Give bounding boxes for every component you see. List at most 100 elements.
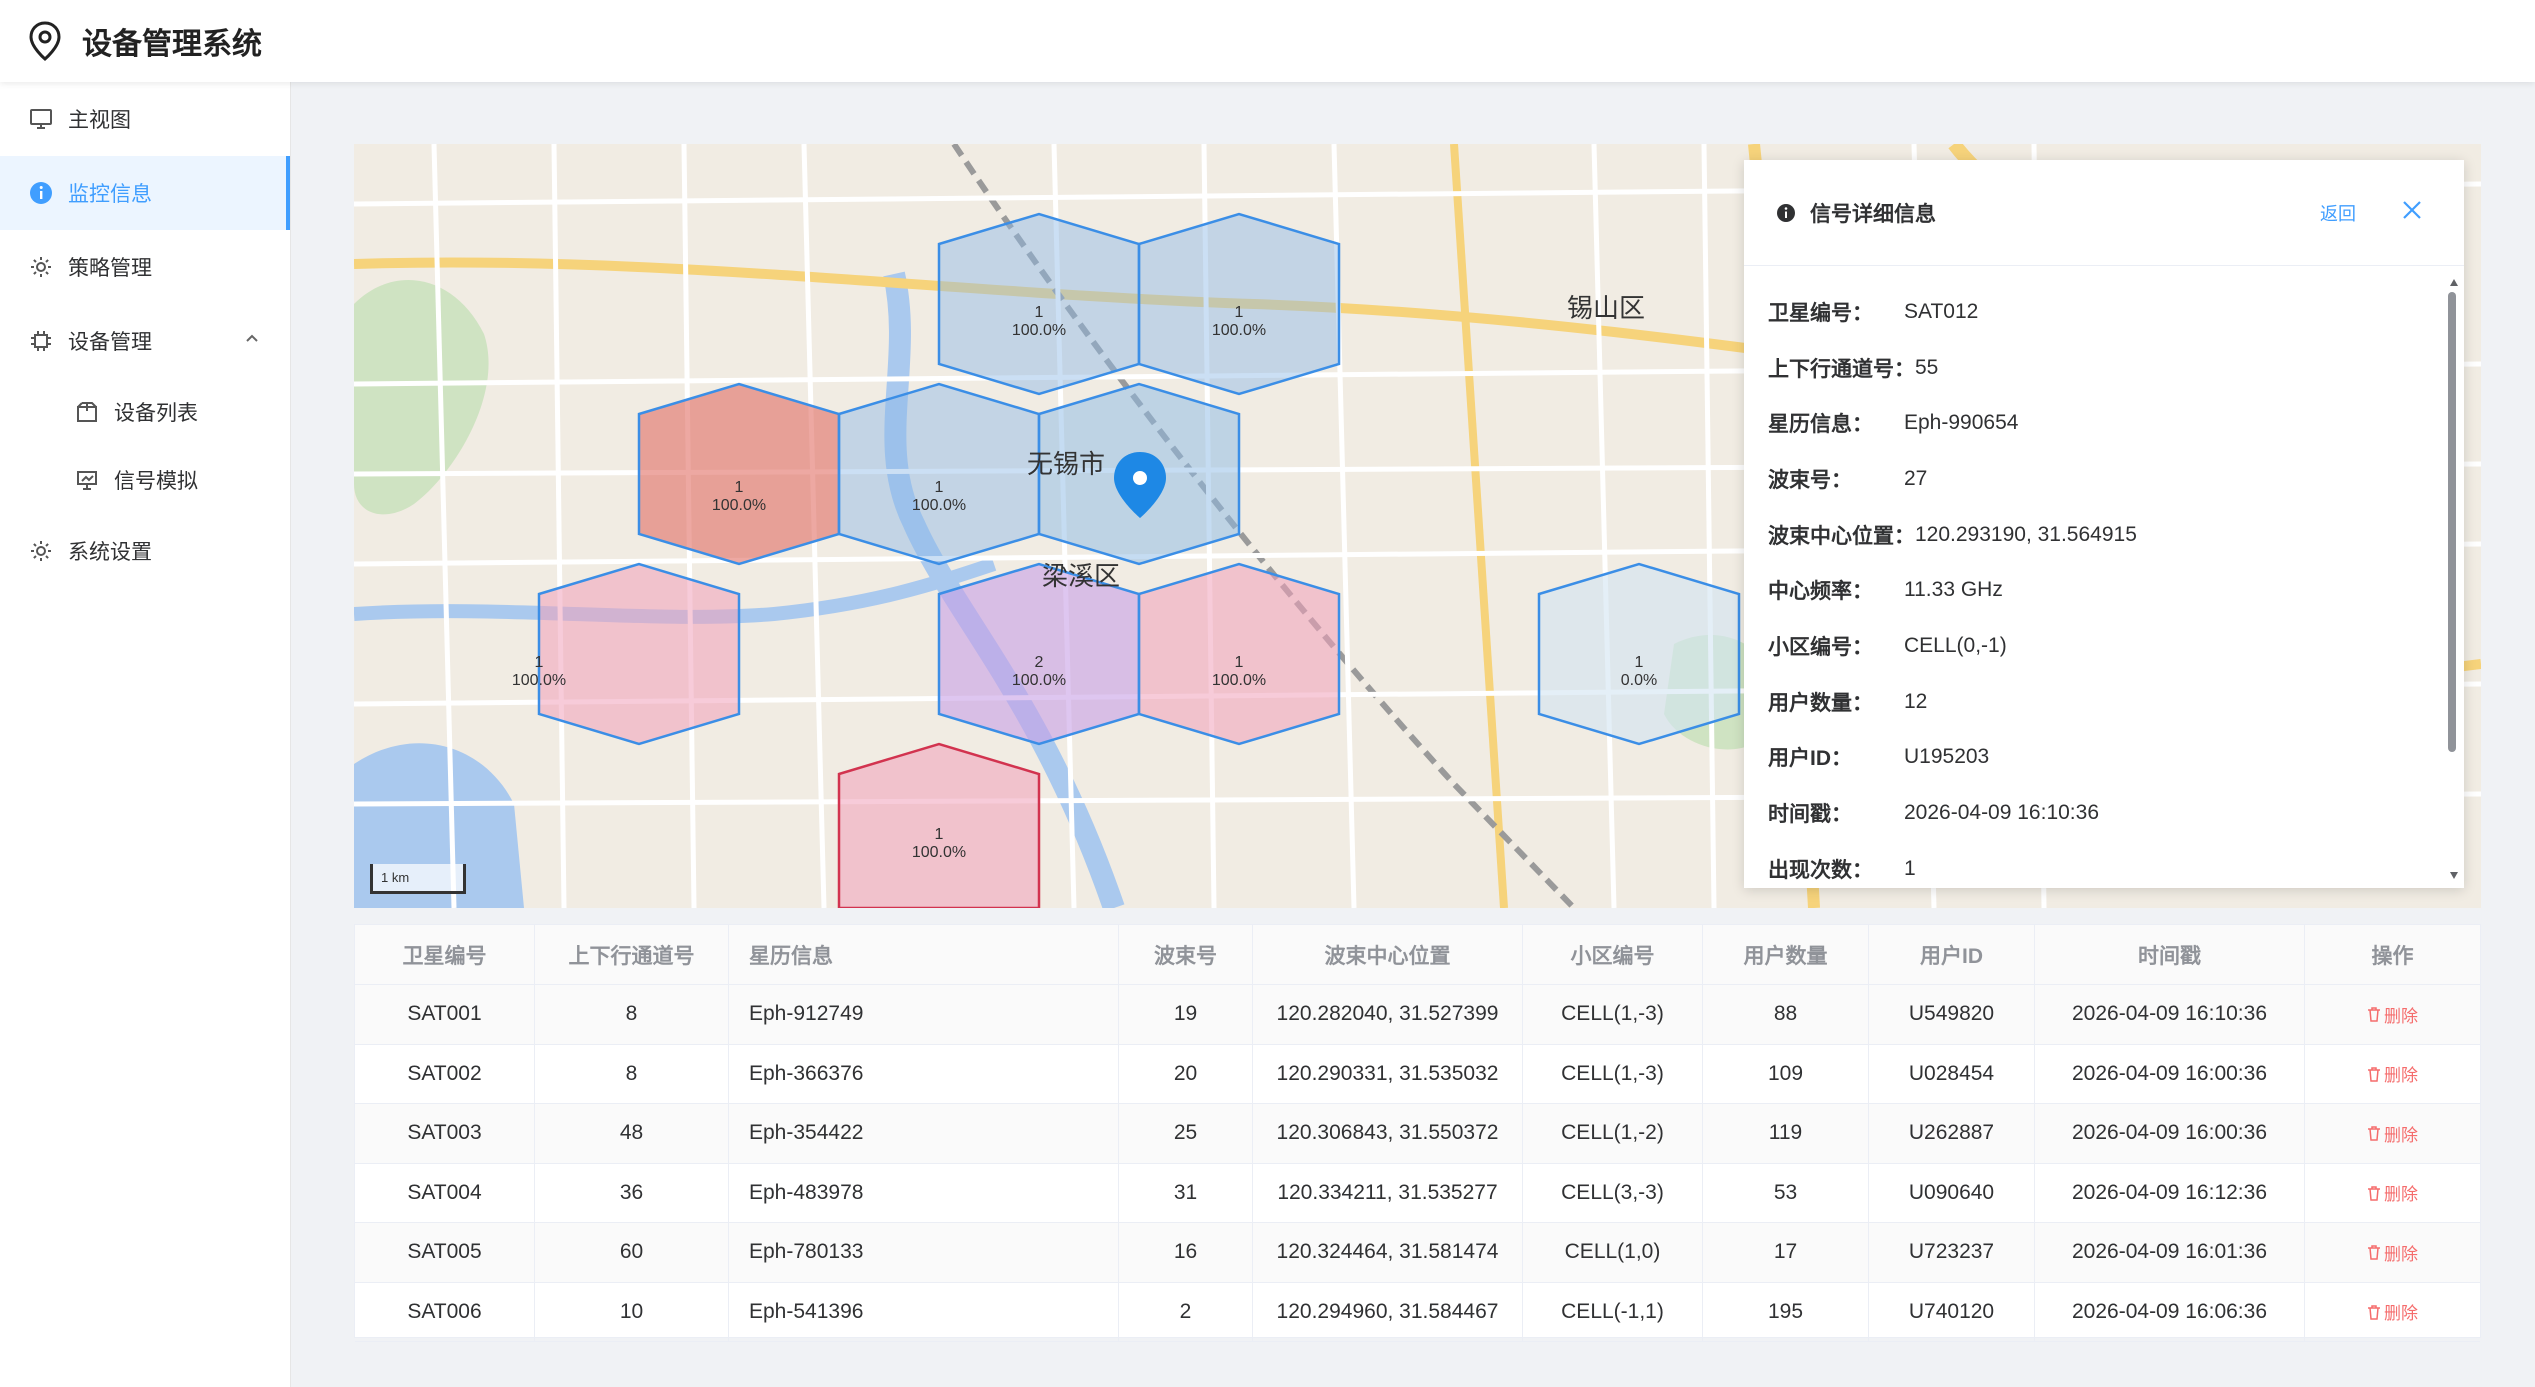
table-row: SAT005 60 Eph-780133 16 120.324464, 31.58147… bbox=[355, 1223, 2480, 1283]
table-cell: Eph-780133 bbox=[729, 1223, 1119, 1282]
panel-body: 卫星编号： SAT012 上下行通道号： 55 星历信息： Eph-990654 波束… bbox=[1744, 266, 2464, 897]
table-cell: 2 bbox=[1119, 1282, 1253, 1341]
table-cell: Eph-483978 bbox=[729, 1163, 1119, 1222]
detail-row: 时间戳： 2026-04-09 16:10:36 bbox=[1768, 801, 2099, 827]
info-icon bbox=[28, 180, 54, 206]
table-cell: 8 bbox=[535, 1044, 729, 1103]
table-cell: Eph-912749 bbox=[729, 985, 1119, 1044]
table-cell: 8 bbox=[535, 985, 729, 1044]
panel-title: 信号详细信息 bbox=[1810, 202, 1936, 226]
table-cell: 120.294960, 31.584467 bbox=[1253, 1282, 1523, 1341]
sidebar-item-label: 系统设置 bbox=[68, 541, 152, 564]
sidebar-subitem-label: 信号模拟 bbox=[114, 470, 198, 493]
table-cell: 16 bbox=[1119, 1223, 1253, 1282]
table-cell: CELL(3,-3) bbox=[1523, 1163, 1703, 1222]
table-cell: CELL(1,-3) bbox=[1523, 985, 1703, 1044]
map-label-district: 梁溪区 bbox=[1042, 561, 1121, 591]
detail-row: 用户ID： U195203 bbox=[1768, 745, 1990, 771]
column-header[interactable]: 时间戳 bbox=[2035, 925, 2305, 984]
table-cell: CELL(-1,1) bbox=[1523, 1282, 1703, 1341]
table-cell-action: 删除 bbox=[2305, 1104, 2480, 1163]
column-header[interactable]: 星历信息 bbox=[729, 925, 1119, 984]
table-cell: SAT005 bbox=[355, 1223, 535, 1282]
delete-label: 删除 bbox=[2384, 1066, 2418, 1086]
table-cell: 2026-04-09 16:12:36 bbox=[2035, 1163, 2305, 1222]
table-cell: 19 bbox=[1119, 985, 1253, 1044]
hex-label: 1 100.0% bbox=[1011, 304, 1067, 339]
app-header: 设备管理系统 bbox=[0, 0, 2535, 82]
delete-button[interactable]: 删除 bbox=[2367, 1299, 2418, 1324]
box-icon bbox=[74, 399, 100, 425]
table-cell: 36 bbox=[535, 1163, 729, 1222]
table-row: SAT006 10 Eph-541396 2 120.294960, 31.584467… bbox=[355, 1282, 2480, 1342]
hex-label: 1 100.0% bbox=[1211, 304, 1267, 339]
table-cell-action: 删除 bbox=[2305, 1223, 2480, 1282]
table-cell: U028454 bbox=[1869, 1044, 2035, 1103]
table-cell: U090640 bbox=[1869, 1163, 2035, 1222]
table-cell: Eph-354422 bbox=[729, 1104, 1119, 1163]
back-link[interactable]: 返回 bbox=[2320, 200, 2356, 226]
sidebar-subitem-device-list[interactable]: 设备列表 bbox=[0, 378, 290, 446]
sidebar-subitem-signal-simulation[interactable]: 信号模拟 bbox=[0, 446, 290, 514]
table-cell: 2026-04-09 16:06:36 bbox=[2035, 1282, 2305, 1341]
sidebar-item-device-management[interactable]: 设备管理 bbox=[0, 304, 290, 378]
table-cell: U262887 bbox=[1869, 1104, 2035, 1163]
scrollbar-thumb[interactable] bbox=[2448, 292, 2456, 752]
table-cell: SAT003 bbox=[355, 1104, 535, 1163]
table-cell: 2026-04-09 16:00:36 bbox=[2035, 1104, 2305, 1163]
sidebar-subitem-label: 设备列表 bbox=[114, 402, 198, 425]
hex-label: 1 100.0% bbox=[911, 479, 967, 514]
table-cell: 53 bbox=[1703, 1163, 1869, 1222]
table-header: 卫星编号 上下行通道号 星历信息 波束号 波束中心位置 小区编号 用户数量 用户… bbox=[355, 925, 2480, 985]
table-cell: 20 bbox=[1119, 1044, 1253, 1103]
detail-row: 小区编号： CELL(0,-1) bbox=[1768, 633, 2007, 659]
column-header[interactable]: 卫星编号 bbox=[355, 925, 535, 984]
delete-label: 删除 bbox=[2384, 1125, 2418, 1145]
delete-label: 删除 bbox=[2384, 1304, 2418, 1324]
map-label-district: 锡山区 bbox=[1567, 293, 1646, 323]
table-cell-action: 删除 bbox=[2305, 1283, 2480, 1342]
detail-row: 卫星编号： SAT012 bbox=[1768, 299, 1979, 325]
delete-button[interactable]: 删除 bbox=[2367, 1061, 2418, 1086]
trash-icon bbox=[2368, 1186, 2380, 1201]
column-header[interactable]: 用户ID bbox=[1869, 925, 2035, 984]
sidebar-item-strategy[interactable]: 策略管理 bbox=[0, 230, 290, 304]
table-cell: Eph-541396 bbox=[729, 1282, 1119, 1341]
table-row: SAT004 36 Eph-483978 31 120.334211, 31.53527… bbox=[355, 1163, 2480, 1223]
gear-icon bbox=[28, 254, 54, 280]
table-cell: 120.306843, 31.550372 bbox=[1253, 1104, 1523, 1163]
table-cell: 25 bbox=[1119, 1104, 1253, 1163]
detail-row: 星历信息： Eph-990654 bbox=[1768, 411, 2019, 437]
sidebar-item-main-view[interactable]: 主视图 bbox=[0, 82, 290, 156]
detail-row: 出现次数： 1 bbox=[1768, 856, 1916, 882]
column-header[interactable]: 小区编号 bbox=[1523, 925, 1703, 984]
delete-button[interactable]: 删除 bbox=[2367, 1002, 2418, 1027]
info-icon bbox=[1777, 203, 1795, 222]
table-cell: SAT001 bbox=[355, 985, 535, 1044]
detail-row: 中心频率： 11.33 GHz bbox=[1768, 578, 2003, 604]
hex-label: 1 100.0% bbox=[511, 654, 567, 689]
table-cell: U740120 bbox=[1869, 1282, 2035, 1341]
column-header[interactable]: 上下行通道号 bbox=[535, 925, 729, 984]
sidebar-item-monitor-info[interactable]: 监控信息 bbox=[0, 156, 290, 230]
monitor-icon bbox=[28, 106, 54, 132]
delete-button[interactable]: 删除 bbox=[2367, 1240, 2418, 1265]
table-cell: 120.290331, 31.535032 bbox=[1253, 1044, 1523, 1103]
table-cell: 119 bbox=[1703, 1104, 1869, 1163]
sidebar-item-system-settings[interactable]: 系统设置 bbox=[0, 514, 290, 588]
sidebar-item-label: 监控信息 bbox=[68, 183, 152, 206]
delete-button[interactable]: 删除 bbox=[2367, 1180, 2418, 1205]
chip-icon bbox=[28, 328, 54, 354]
table-cell: 195 bbox=[1703, 1282, 1869, 1341]
hex-label: 1 100.0% bbox=[911, 826, 967, 861]
delete-button[interactable]: 删除 bbox=[2367, 1121, 2418, 1146]
delete-label: 删除 bbox=[2384, 1185, 2418, 1205]
column-header[interactable]: 波束中心位置 bbox=[1253, 925, 1523, 984]
column-header[interactable]: 用户数量 bbox=[1703, 925, 1869, 984]
table-cell: 120.324464, 31.581474 bbox=[1253, 1223, 1523, 1282]
table-cell: SAT004 bbox=[355, 1163, 535, 1222]
close-icon[interactable] bbox=[2400, 198, 2424, 222]
trash-icon bbox=[2368, 1126, 2380, 1141]
table-cell: 17 bbox=[1703, 1223, 1869, 1282]
column-header[interactable]: 波束号 bbox=[1119, 925, 1253, 984]
